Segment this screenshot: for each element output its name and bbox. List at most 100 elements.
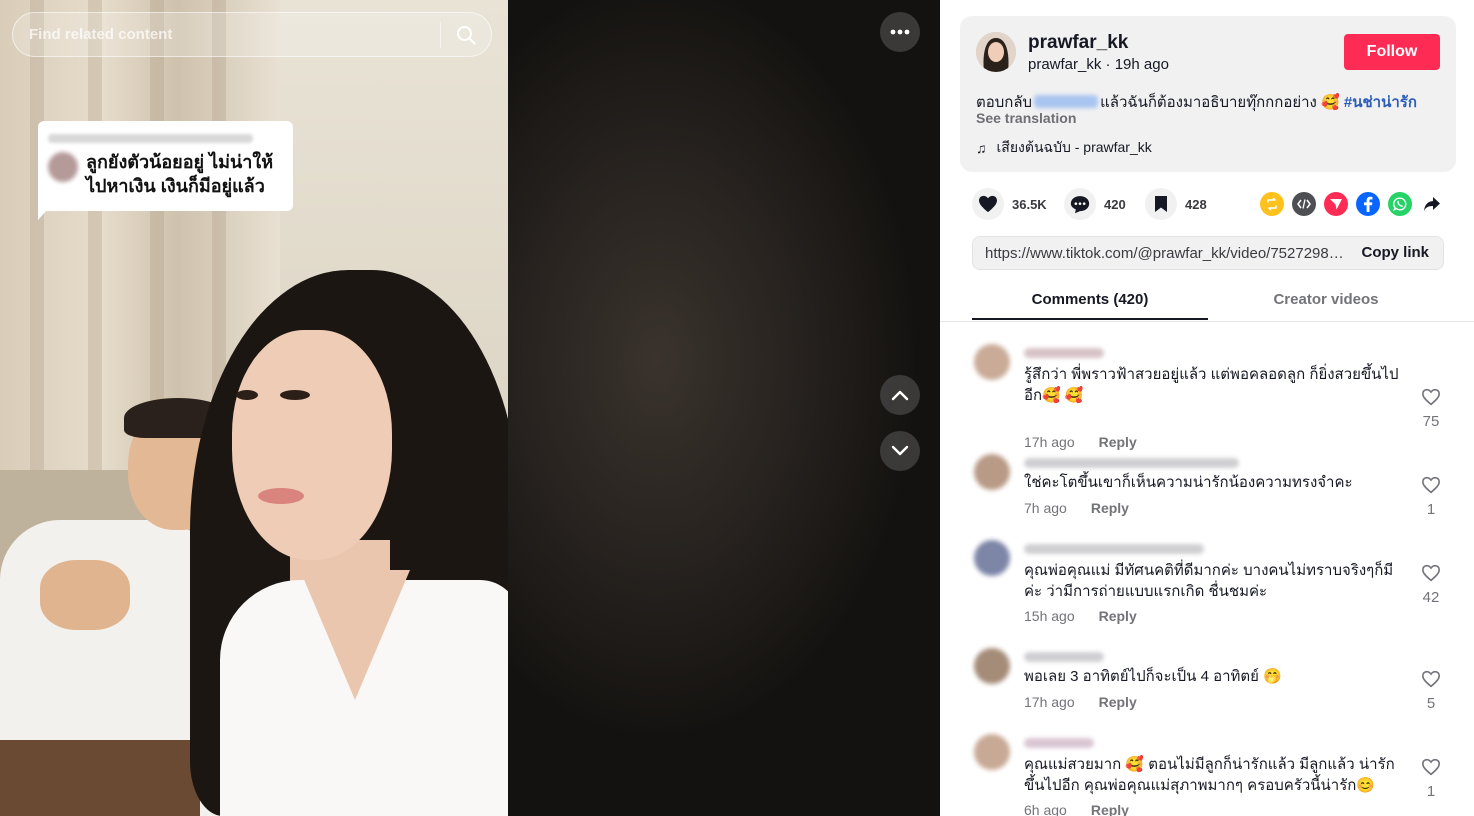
author-avatar[interactable] (976, 32, 1016, 72)
comment-text: ใช่คะโตขึ้นเขาก็เห็นความน่ารักน้องความทร… (1024, 474, 1353, 491)
comment-text: พอเลย 3 อาทิตย์ไปก็จะเป็น 4 อาทิตย์ 🤭 (1024, 668, 1282, 685)
comment-time: 17h ago (1024, 434, 1075, 450)
description-card: prawfar_kk prawfar_kk · 19h ago Follow ต… (960, 16, 1456, 172)
comment-like-count: 5 (1426, 695, 1436, 712)
mention-blurred[interactable] (1034, 95, 1099, 108)
comment-text: คุณแม่สวยมาก 🥰 ตอนไม่มีลูกก็น่ารักแล้ว ม… (1024, 756, 1395, 794)
repost-button[interactable] (1260, 192, 1284, 216)
comment-like[interactable]: 1 (1418, 758, 1444, 800)
reply-button[interactable]: Reply (1091, 802, 1129, 816)
video-url[interactable]: https://www.tiktok.com/@prawfar_kk/video… (985, 245, 1345, 262)
heart-outline-icon (1421, 670, 1441, 688)
details-panel: prawfar_kk prawfar_kk · 19h ago Follow ต… (940, 0, 1474, 816)
reply-button[interactable]: Reply (1099, 694, 1137, 710)
chevron-up-icon (891, 390, 909, 401)
comment-like[interactable]: 75 (1418, 388, 1444, 430)
comment-meta: 17h ago Reply (1024, 434, 1137, 450)
woman-eye (280, 390, 310, 400)
woman-eye (236, 390, 258, 400)
like-button[interactable] (972, 188, 1004, 220)
more-share-button[interactable] (1420, 192, 1444, 216)
music-link[interactable]: ♫ เสียงต้นฉบับ - prawfar_kk (976, 137, 1152, 159)
search-input[interactable] (29, 13, 434, 56)
comment-meta: 6h ago Reply (1024, 802, 1129, 816)
caption-prefix: ตอบกลับ (976, 94, 1033, 111)
comment-username-blurred[interactable] (1024, 652, 1104, 662)
author-name[interactable]: prawfar_kk (1028, 32, 1128, 54)
like-stat[interactable]: 36.5K (972, 188, 1047, 220)
heart-outline-icon (1421, 476, 1441, 494)
send-to-friends-button[interactable] (1324, 192, 1348, 216)
author-handle[interactable]: prawfar_kk (1028, 56, 1101, 73)
sticker-username-blurred (48, 134, 253, 143)
chevron-down-icon (891, 445, 909, 456)
separator-dot: · (1105, 56, 1111, 73)
search-bar[interactable] (12, 12, 492, 57)
comment-bubble-icon (1070, 195, 1090, 213)
comment-username-blurred[interactable] (1024, 738, 1094, 748)
video-frame[interactable]: ลูกยังตัวน้อยอยู่ ไม่น่าให้ไปหาเงิน เงิน… (0, 0, 508, 816)
send-icon (1330, 199, 1342, 210)
see-translation-link[interactable]: See translation (976, 110, 1076, 126)
save-button[interactable] (1145, 188, 1177, 220)
comment-username-blurred[interactable] (1024, 544, 1204, 554)
comment-like-count: 75 (1422, 413, 1440, 430)
copy-link-button[interactable]: Copy link (1361, 244, 1429, 261)
comment-stat[interactable]: 420 (1064, 188, 1126, 220)
embed-button[interactable] (1292, 192, 1316, 216)
whatsapp-icon (1393, 197, 1407, 211)
comment-avatar[interactable] (974, 648, 1010, 684)
video-player[interactable]: ลูกยังตัวน้อยอยู่ ไม่น่าให้ไปหาเงิน เงิน… (0, 0, 940, 816)
comment-time: 6h ago (1024, 802, 1067, 816)
reply-button[interactable]: Reply (1099, 608, 1137, 624)
hashtag-link[interactable]: #นช่าน่ารัก (1344, 94, 1417, 111)
follow-button[interactable]: Follow (1344, 34, 1440, 70)
sticker-comment-text: ลูกยังตัวน้อยอยู่ ไม่น่าให้ไปหาเงิน เงิน… (86, 152, 274, 196)
comment-like[interactable]: 1 (1418, 476, 1444, 518)
comment-avatar[interactable] (974, 454, 1010, 490)
reply-button[interactable]: Reply (1099, 434, 1137, 450)
panel-tabs: Comments (420) Creator videos (940, 282, 1474, 322)
comment-button[interactable] (1064, 188, 1096, 220)
avatar-image (976, 32, 1016, 72)
comment-avatar[interactable] (974, 734, 1010, 770)
facebook-icon (1364, 196, 1373, 212)
repost-icon (1267, 197, 1277, 211)
comment-like-count: 1 (1426, 783, 1436, 800)
wooden-table (0, 740, 200, 816)
heart-outline-icon (1421, 564, 1441, 582)
comment-time: 15h ago (1024, 608, 1075, 624)
comment-time: 17h ago (1024, 694, 1075, 710)
comment-username-blurred[interactable] (1024, 458, 1239, 468)
post-time: 19h ago (1114, 56, 1169, 73)
comment-like[interactable]: 42 (1418, 564, 1444, 606)
comment-like-count: 1 (1426, 501, 1436, 518)
music-title: เสียงต้นฉบับ - prawfar_kk (996, 139, 1152, 155)
save-count: 428 (1185, 196, 1207, 212)
comment-like[interactable]: 5 (1418, 670, 1444, 712)
music-note-icon: ♫ (976, 140, 987, 156)
man-hands (40, 560, 130, 630)
next-video-button[interactable] (880, 431, 920, 471)
comment-time: 7h ago (1024, 500, 1067, 516)
more-options-button[interactable] (880, 12, 920, 52)
save-stat[interactable]: 428 (1145, 188, 1207, 220)
comment-avatar[interactable] (974, 344, 1010, 380)
search-divider (440, 22, 441, 48)
search-button[interactable] (449, 19, 483, 51)
comment-text: คุณพ่อคุณแม่ มีทัศนคติที่ดีมากค่ะ บางคนไ… (1024, 562, 1394, 600)
comment-like-count: 42 (1422, 589, 1440, 606)
comment-username-blurred[interactable] (1024, 348, 1104, 358)
tab-creator-videos[interactable]: Creator videos (1208, 282, 1444, 320)
facebook-share-button[interactable] (1356, 192, 1380, 216)
woman-lips (258, 488, 304, 504)
search-icon (457, 26, 476, 45)
reply-button[interactable]: Reply (1091, 500, 1129, 516)
comment-text: รู้สึกว่า พี่พราวฟ้าสวยอยู่แล้ว แต่พอคลอ… (1024, 366, 1399, 404)
comment-avatar[interactable] (974, 540, 1010, 576)
tab-comments[interactable]: Comments (420) (972, 282, 1208, 320)
previous-video-button[interactable] (880, 375, 920, 415)
woman-face (232, 330, 392, 560)
whatsapp-share-button[interactable] (1388, 192, 1412, 216)
more-horizontal-icon (890, 29, 910, 35)
